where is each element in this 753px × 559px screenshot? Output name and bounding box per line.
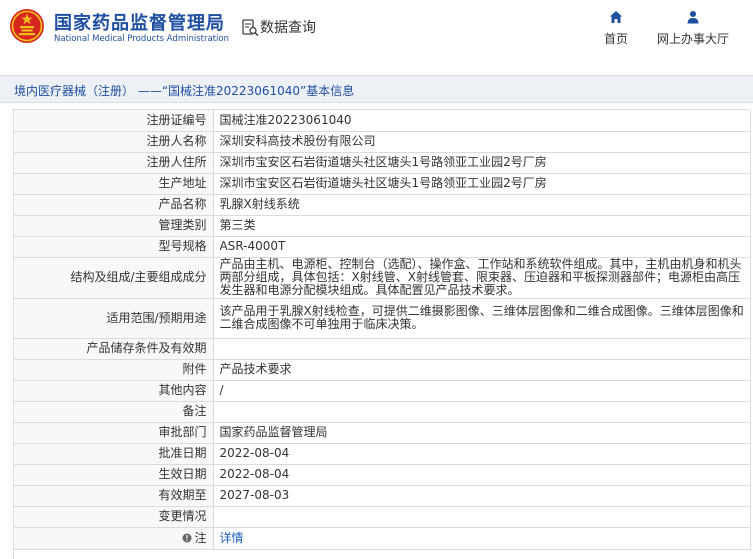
field-label: 审批部门 [14,422,214,444]
table-row: 产品名称 乳腺X射线系统 [14,194,751,216]
table-row: 注册人名称 深圳安科高技术股份有限公司 [14,131,751,153]
field-label: 产品储存条件及有效期 [14,338,214,360]
field-label: 备注 [14,401,214,423]
field-value: / [213,380,751,402]
nav-home[interactable]: 首页 [593,10,639,47]
table-row: 型号规格 ASR-4000T [14,236,751,258]
nav-online-service-hall[interactable]: 网上办事大厅 [652,10,734,47]
table-row: 其他内容 / [14,380,751,402]
note-icon [182,533,192,542]
field-value: 产品技术要求 [213,359,751,381]
field-value [213,506,751,528]
field-label: 管理类别 [14,215,214,237]
field-label: 生效日期 [14,464,214,486]
field-label: 适用范围/预期用途 [14,298,214,339]
note-label-cell: 注 [14,527,214,550]
nav-online-service-hall-label: 网上办事大厅 [656,32,729,46]
field-value: ASR-4000T [213,236,751,258]
data-query-link[interactable]: 数据查询 [260,17,316,37]
table-row: 生产地址 深圳市宝安区石岩街道塘头社区塘头1号路领亚工业园2号厂房 [14,173,751,195]
field-label: 有效期至 [14,485,214,507]
nav-home-label: 首页 [603,32,628,46]
national-emblem-icon[interactable] [9,8,45,44]
table-row: 变更情况 [14,506,751,528]
field-label: 注 [194,530,207,545]
record-title: 境内医疗器械（注册） ——“国械注准20223061040”基本信息 [14,84,355,98]
table-row: 管理类别 第三类 [14,215,751,237]
field-value: 产品由主机、电源柜、控制台（选配）、操作盒、工作站和系统软件组成。其中，主机由机… [213,257,751,299]
field-value: 深圳市宝安区石岩街道塘头社区塘头1号路领亚工业园2号厂房 [213,173,751,195]
field-value [213,338,751,360]
field-value: 第三类 [213,215,751,237]
field-value: 乳腺X射线系统 [213,194,751,216]
home-icon [610,11,622,23]
details-link[interactable]: 详情 [220,531,244,545]
field-label: 产品名称 [14,194,214,216]
field-value: 深圳安科高技术股份有限公司 [213,131,751,153]
record-title-bar: 境内医疗器械（注册） ——“国械注准20223061040”基本信息 [0,75,753,103]
field-value: 国械注准20223061040 [213,110,751,132]
data-query-icon[interactable] [242,19,259,37]
site-logo-title[interactable]: 国家药品监督管理局 [54,9,225,35]
field-label: 生产地址 [14,173,214,195]
table-row: 注册证编号 国械注准20223061040 [14,110,751,132]
field-value: 国家药品监督管理局 [213,422,751,444]
field-label: 型号规格 [14,236,214,258]
table-row: 附件 产品技术要求 [14,359,751,381]
field-label: 其他内容 [14,380,214,402]
field-label: 批准日期 [14,443,214,465]
field-label: 注册证编号 [14,110,214,132]
field-label: 附件 [14,359,214,381]
table-row: 生效日期 2022-08-04 [14,464,751,486]
table-row: 审批部门 国家药品监督管理局 [14,422,751,444]
detail-table-frame: 注册证编号 国械注准20223061040 注册人名称 深圳安科高技术股份有限公… [13,109,751,559]
site-logo-subtitle[interactable]: National Medical Products Administration [54,34,229,44]
field-label: 变更情况 [14,506,214,528]
field-value: 深圳市宝安区石岩街道塘头社区塘头1号路领亚工业园2号厂房 [213,152,751,174]
site-header: 国家药品监督管理局 National Medical Products Admi… [0,0,753,64]
field-value: 该产品用于乳腺X射线检查，可提供二维摄影图像、三维体层图像和二维合成图像。三维体… [213,298,751,339]
field-value: 2027-08-03 [213,485,751,507]
table-row: 备注 [14,401,751,423]
table-row: 批准日期 2022-08-04 [14,443,751,465]
detail-table: 注册证编号 国械注准20223061040 注册人名称 深圳安科高技术股份有限公… [14,110,751,550]
field-label: 注册人名称 [14,131,214,153]
field-value: 2022-08-04 [213,464,751,486]
table-row: 结构及组成/主要组成成分 产品由主机、电源柜、控制台（选配）、操作盒、工作站和系… [14,257,751,299]
details-link-cell: 详情 [213,527,751,550]
table-row: 适用范围/预期用途 该产品用于乳腺X射线检查，可提供二维摄影图像、三维体层图像和… [14,298,751,339]
field-value: 2022-08-04 [213,443,751,465]
field-label: 结构及组成/主要组成成分 [14,257,214,299]
table-row: 有效期至 2027-08-03 [14,485,751,507]
field-value [213,401,751,423]
table-row: 注 详情 [14,527,751,550]
table-row: 注册人住所 深圳市宝安区石岩街道塘头社区塘头1号路领亚工业园2号厂房 [14,152,751,174]
field-label: 注册人住所 [14,152,214,174]
table-row: 产品储存条件及有效期 [14,338,751,360]
user-icon [687,11,699,24]
